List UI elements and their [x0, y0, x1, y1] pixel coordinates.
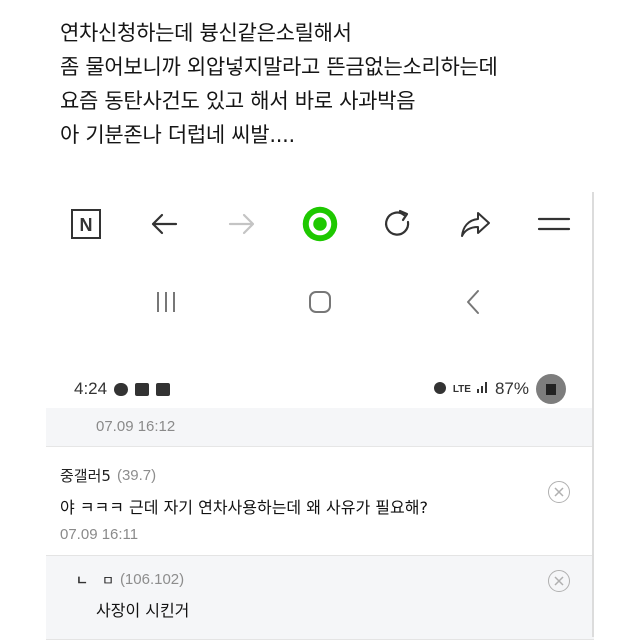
reload-icon[interactable] [380, 206, 416, 242]
signal-icon [476, 379, 490, 399]
naver-logo-icon[interactable]: N [68, 206, 104, 242]
back-arrow-icon[interactable] [146, 206, 182, 242]
caption-line: 요즘 동탄사건도 있고 해서 바로 사과박음 [60, 89, 416, 113]
caption-line: 연차신청하는데 븅신같은소릴해서 [60, 21, 352, 45]
previous-comment-date: 07.09 16:12 [46, 408, 594, 447]
recent-apps-icon[interactable] [148, 284, 184, 320]
battery-level: 87% [494, 379, 529, 398]
talk-icon [114, 382, 129, 396]
comment-date: 07.09 16:11 [60, 526, 139, 543]
back-icon[interactable] [456, 284, 492, 320]
comment-text: 야 ㅋㅋㅋ 근데 자기 연차사용하는데 왜 사유가 필요해? [60, 498, 428, 517]
browser-toolbar: N [46, 200, 594, 248]
reply-nickname[interactable]: ㅁ [102, 570, 114, 589]
gallery-icon [135, 382, 150, 396]
green-record-icon[interactable] [302, 206, 338, 242]
home-icon[interactable] [302, 284, 338, 320]
comment-item: 중갤러5 (39.7) 야 ㅋㅋㅋ 근데 자기 연차사용하는데 왜 사유가 필요… [46, 447, 594, 556]
reply-text: 사장이 시킨거 [96, 601, 190, 620]
phone-screenshot: N 4:24 LTE 87% 07.09 16:12 중갤러5 (39.7) 야… [46, 178, 594, 640]
menu-icon[interactable] [536, 206, 572, 242]
svg-text:N: N [80, 215, 93, 235]
comment-list: 07.09 16:12 중갤러5 (39.7) 야 ㅋㅋㅋ 근데 자기 연차사용… [46, 408, 594, 640]
reply-item: ㄴ ㅁ (106.102) 사장이 시킨거 [46, 556, 594, 640]
status-bar: 4:24 LTE 87% [46, 374, 594, 404]
caption-line: 좀 물어보니까 외압넣지말라고 뜬금없는소리하는데 [60, 55, 498, 79]
status-time: 4:24 [74, 379, 108, 398]
comment-nickname[interactable]: 중갤러5 [60, 465, 111, 486]
reply-ip: (106.102) [119, 571, 185, 588]
share-icon[interactable] [458, 206, 494, 242]
alarm-icon [432, 379, 448, 400]
system-navigation-bar [46, 282, 594, 322]
battery-icon [536, 374, 566, 404]
delete-comment-button[interactable] [548, 481, 570, 503]
check-icon [156, 382, 171, 396]
network-type: LTE [452, 383, 471, 395]
comment-ip: (39.7) [116, 467, 157, 484]
delete-reply-button[interactable] [548, 570, 570, 592]
caption: 연차신청하는데 븅신같은소릴해서 좀 물어보니까 외압넣지말라고 뜬금없는소리하… [60, 16, 498, 152]
caption-line: 아 기분존나 더럽네 씨발.... [60, 123, 295, 147]
reply-marker: ㄴ [76, 574, 88, 589]
forward-arrow-icon[interactable] [224, 206, 260, 242]
